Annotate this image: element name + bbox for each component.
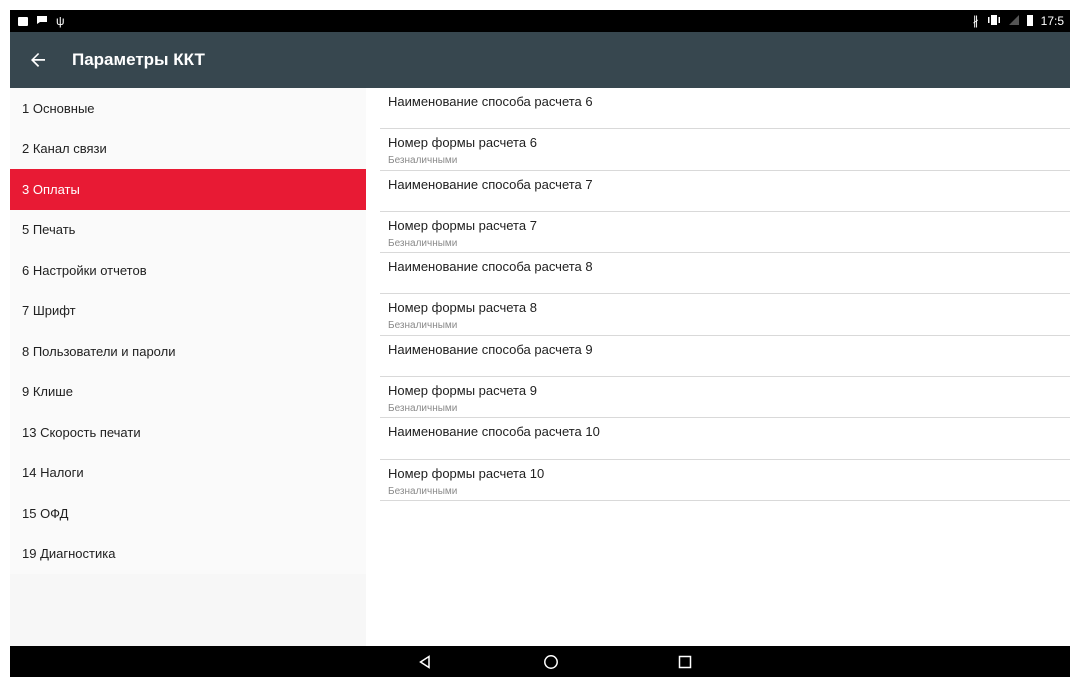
home-circle-icon[interactable] — [540, 651, 562, 673]
usb-icon: ψ — [56, 14, 65, 28]
list-item[interactable]: Наименование способа расчета 10 — [380, 418, 1070, 460]
list-item-title: Наименование способа расчета 10 — [388, 424, 600, 440]
chat-icon — [36, 15, 48, 27]
list-item-title: Номер формы расчета 10 — [388, 465, 545, 481]
list-item-subtitle: Безналичными — [388, 320, 458, 332]
sidebar-item-label: 8 Пользователи и пароли — [22, 343, 176, 359]
list-item[interactable]: Номер формы расчета 7 Безналичными — [380, 212, 1070, 254]
list-item-title: Наименование способа расчета 6 — [388, 94, 593, 109]
sidebar-item-report-settings[interactable]: 6 Настройки отчетов — [10, 250, 366, 291]
status-left-icons: ψ — [18, 15, 65, 27]
recents-square-icon[interactable] — [674, 651, 696, 673]
sidebar: 1 Основные 2 Канал связи 3 Оплаты 5 Печа… — [10, 88, 366, 646]
navigation-bar — [10, 646, 1070, 677]
list-item-title: Наименование способа расчета 9 — [388, 341, 593, 357]
sidebar-item-ofd[interactable]: 15 ОФД — [10, 493, 366, 534]
sidebar-item-label: 15 ОФД — [22, 505, 69, 521]
back-triangle-icon[interactable] — [414, 651, 436, 673]
sidebar-item-label: 14 Налоги — [22, 465, 84, 481]
status-time: 17:5 — [1040, 14, 1064, 28]
status-bar: ψ ∦ 17:5 — [10, 10, 1070, 32]
sidebar-item-label: 3 Оплаты — [22, 181, 80, 197]
list-item-title: Наименование способа расчета 7 — [388, 176, 593, 192]
page-title: Параметры ККТ — [72, 50, 205, 69]
arrow-back-icon[interactable] — [10, 32, 66, 88]
list-item[interactable]: Наименование способа расчета 9 — [380, 336, 1070, 378]
list-item-subtitle: Безналичными — [388, 155, 458, 167]
list-item[interactable]: Наименование способа расчета 6 — [380, 88, 1070, 130]
list-item-title: Номер формы расчета 8 — [388, 300, 537, 316]
status-right-icons: ∦ 17:5 — [973, 14, 1064, 28]
sidebar-item-basic[interactable]: 1 Основные — [10, 88, 366, 129]
list-item[interactable]: Наименование способа расчета 7 — [380, 171, 1070, 212]
sidebar-item-print[interactable]: 5 Печать — [10, 209, 366, 250]
sidebar-item-label: 6 Настройки отчетов — [22, 262, 147, 278]
sidebar-item-label: 1 Основные — [22, 100, 95, 116]
vibrate-icon — [987, 15, 1001, 27]
sidebar-item-connection[interactable]: 2 Канал связи — [10, 128, 366, 169]
sidebar-item-label: 5 Печать — [22, 222, 76, 238]
no-signal-icon — [1008, 15, 1019, 27]
bluetooth-icon: ∦ — [972, 14, 979, 28]
sidebar-item-label: 7 Шрифт — [22, 303, 76, 319]
list-item[interactable]: Номер формы расчета 6 Безналичными — [380, 129, 1070, 171]
sidebar-item-taxes[interactable]: 14 Налоги — [10, 452, 366, 493]
battery-icon — [1026, 14, 1033, 28]
sidebar-item-header[interactable]: 9 Клише — [10, 371, 366, 412]
list-item[interactable]: Наименование способа расчета 8 — [380, 253, 1070, 295]
list-item-subtitle: Безналичными — [388, 237, 458, 249]
list-item-subtitle: Безналичными — [388, 485, 458, 497]
sidebar-list: 1 Основные 2 Канал связи 3 Оплаты 5 Печа… — [10, 88, 366, 574]
sidebar-item-font[interactable]: 7 Шрифт — [10, 290, 366, 331]
list-item[interactable]: Номер формы расчета 9 Безналичными — [380, 377, 1070, 419]
sidebar-item-diagnostics[interactable]: 19 Диагностика — [10, 533, 366, 574]
list-item-subtitle: Безналичными — [388, 403, 458, 415]
sidebar-item-print-speed[interactable]: 13 Скорость печати — [10, 412, 366, 453]
list-item[interactable]: Номер формы расчета 10 Безналичными — [380, 460, 1070, 501]
sidebar-item-label: 13 Скорость печати — [22, 424, 141, 440]
settings-list: Наименование способа расчета 6 Номер фор… — [366, 88, 1070, 646]
app-bar: Параметры ККТ — [10, 32, 1070, 88]
sidebar-item-label: 9 Клише — [22, 384, 73, 400]
sidebar-item-users-passwords[interactable]: 8 Пользователи и пароли — [10, 331, 366, 372]
list-item-title: Номер формы расчета 7 — [388, 217, 537, 233]
image-icon — [18, 16, 28, 26]
list-item-title: Номер формы расчета 6 — [388, 135, 537, 151]
list-item-title: Наименование способа расчета 8 — [388, 259, 593, 275]
sidebar-item-payments[interactable]: 3 Оплаты — [10, 169, 366, 210]
sidebar-item-label: 19 Диагностика — [22, 546, 116, 562]
sidebar-item-label: 2 Канал связи — [22, 141, 107, 157]
list-item-title: Номер формы расчета 9 — [388, 383, 537, 399]
list-item[interactable]: Номер формы расчета 8 Безналичными — [380, 294, 1070, 336]
